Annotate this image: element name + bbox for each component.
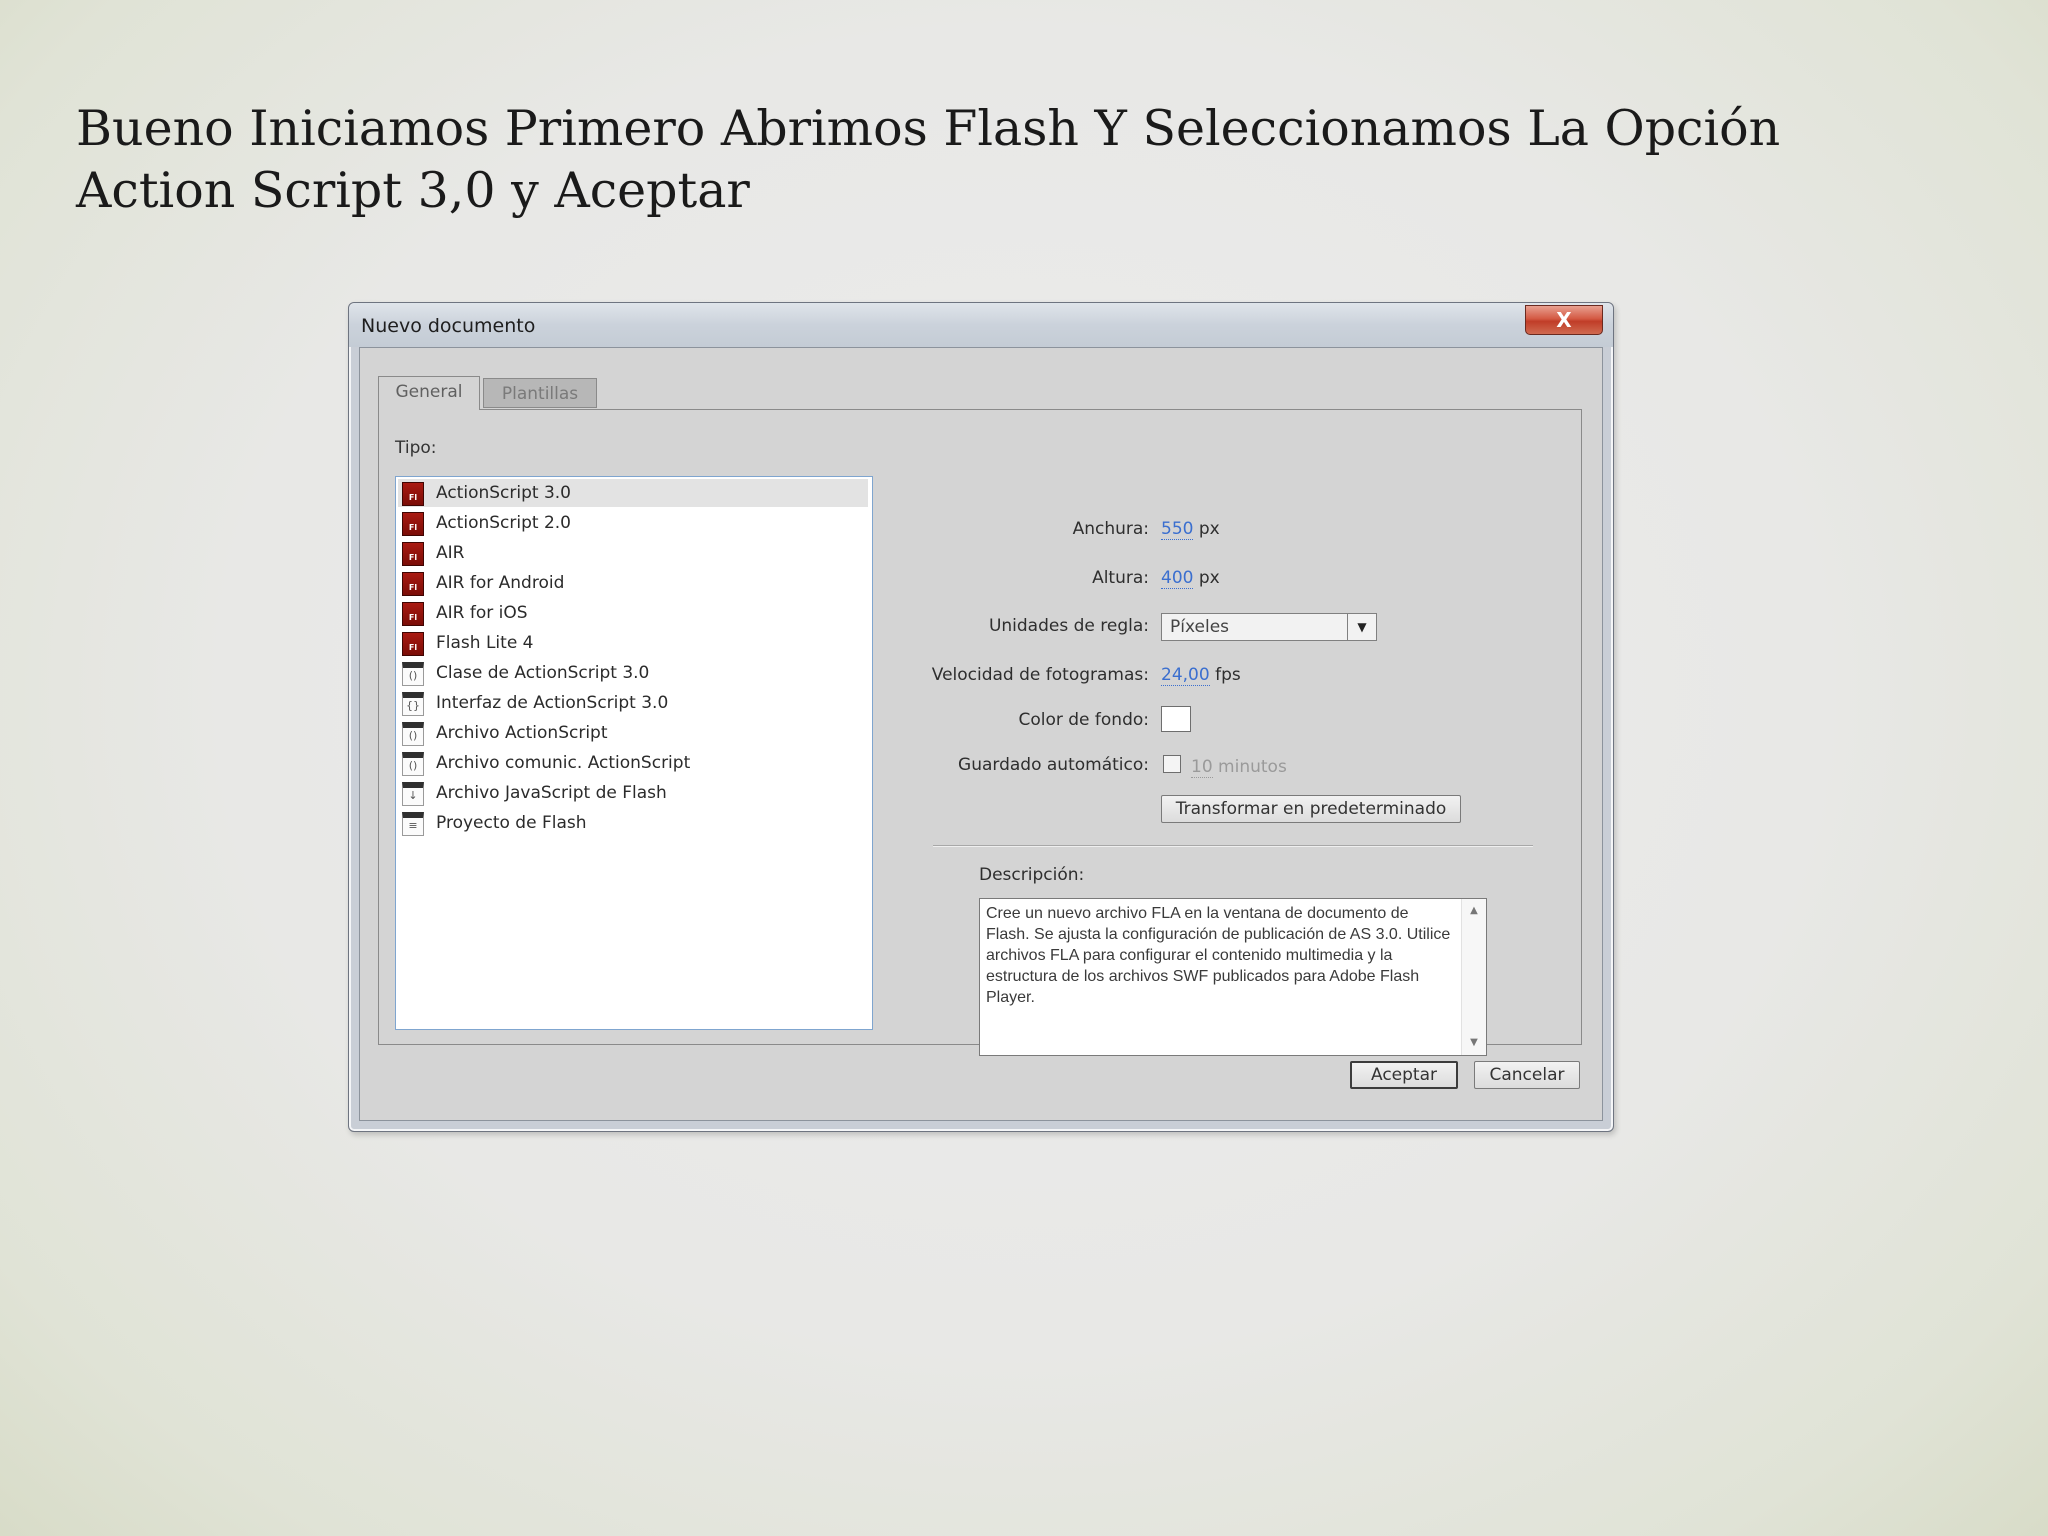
- dialog-title: Nuevo documento: [361, 315, 536, 337]
- type-item-label: Archivo comunic. ActionScript: [436, 753, 691, 773]
- type-item-label: AIR: [436, 543, 465, 563]
- fps-unit: fps: [1215, 665, 1241, 685]
- dialog-titlebar[interactable]: Nuevo documento X: [349, 303, 1613, 347]
- type-item-label: ActionScript 3.0: [436, 483, 571, 503]
- flash-fla-icon: Fl: [402, 572, 424, 596]
- dialog-client-area: General Plantillas Tipo: Fl ActionScript…: [359, 347, 1603, 1121]
- height-field[interactable]: 400 px: [1161, 568, 1220, 589]
- close-icon: X: [1556, 308, 1572, 332]
- general-panel: Tipo: Fl ActionScript 3.0 Fl ActionScrip…: [378, 409, 1582, 1056]
- new-document-dialog: Nuevo documento X General Plantillas Tip…: [348, 302, 1614, 1132]
- flash-fla-icon: Fl: [402, 632, 424, 656]
- divider: [933, 845, 1533, 847]
- autosave-label: Guardado automático:: [958, 755, 1149, 775]
- fps-label: Velocidad de fotogramas:: [931, 665, 1149, 685]
- make-default-button[interactable]: Transformar en predeterminado: [1161, 795, 1461, 823]
- autosave-interval: 10 minutos: [1191, 757, 1287, 778]
- scroll-up-icon[interactable]: ▲: [1462, 901, 1486, 921]
- scroll-down-icon[interactable]: ▼: [1462, 1033, 1486, 1053]
- width-value[interactable]: 550: [1161, 519, 1194, 540]
- autosave-unit: minutos: [1218, 757, 1287, 777]
- width-label: Anchura:: [1072, 519, 1149, 539]
- type-item-label: Proyecto de Flash: [436, 813, 587, 833]
- width-unit: px: [1198, 519, 1220, 539]
- ruler-units-label-text: Unidades de regla:: [988, 616, 1149, 636]
- description-label: Descripción:: [979, 865, 1085, 885]
- description-box: Cree un nuevo archivo FLA en la ventana …: [979, 898, 1487, 1056]
- description-text: Cree un nuevo archivo FLA en la ventana …: [986, 905, 1451, 1006]
- cancel-button[interactable]: Cancelar: [1474, 1061, 1580, 1089]
- autosave-value: 10: [1191, 757, 1213, 778]
- jsfl-file-icon: ↓: [402, 782, 424, 806]
- type-item-label: Flash Lite 4: [436, 633, 534, 653]
- flash-fla-icon: Fl: [402, 542, 424, 566]
- flash-fla-icon: Fl: [402, 512, 424, 536]
- slide-title: Bueno Iniciamos Primero Abrimos Flash Y …: [76, 100, 1781, 219]
- fps-value[interactable]: 24,00: [1161, 665, 1210, 686]
- type-item-label: Archivo JavaScript de Flash: [436, 783, 667, 803]
- bg-color-swatch[interactable]: [1161, 706, 1191, 732]
- type-item-label: AIR for iOS: [436, 603, 528, 623]
- type-item-label: ActionScript 2.0: [436, 513, 571, 533]
- description-scrollbar[interactable]: ▲ ▼: [1461, 899, 1486, 1055]
- fps-field[interactable]: 24,00 fps: [1161, 665, 1241, 686]
- type-list: Fl ActionScript 3.0 Fl ActionScript 2.0 …: [395, 476, 873, 1030]
- type-label: Tipo:: [395, 438, 437, 458]
- autosave-checkbox[interactable]: [1163, 755, 1181, 773]
- type-item-label: Archivo ActionScript: [436, 723, 608, 743]
- flash-fla-icon: Fl: [402, 482, 424, 506]
- as-comm-file-icon: (): [402, 752, 424, 776]
- type-item-label: AIR for Android: [436, 573, 565, 593]
- as-file-icon: (): [402, 722, 424, 746]
- bg-color-label: Color de fondo:: [1018, 710, 1149, 730]
- type-item-label: Clase de ActionScript 3.0: [436, 663, 650, 683]
- type-item-flash-project[interactable]: ≡ Proyecto de Flash: [398, 809, 868, 837]
- type-item-actionscript-3[interactable]: Fl ActionScript 3.0: [398, 479, 868, 507]
- height-value[interactable]: 400: [1161, 568, 1194, 589]
- tab-general[interactable]: General: [378, 376, 480, 410]
- tab-plantillas[interactable]: Plantillas: [483, 378, 597, 408]
- ok-button[interactable]: Aceptar: [1350, 1061, 1458, 1089]
- type-item-label: Interfaz de ActionScript 3.0: [436, 693, 669, 713]
- ruler-units-select[interactable]: Píxeles ▼: [1161, 613, 1377, 641]
- type-item-jsfl-file[interactable]: ↓ Archivo JavaScript de Flash: [398, 779, 868, 807]
- chevron-down-icon[interactable]: ▼: [1347, 614, 1376, 640]
- height-unit: px: [1198, 568, 1220, 588]
- close-button[interactable]: X: [1525, 305, 1603, 335]
- as-interface-file-icon: {}: [402, 692, 424, 716]
- ruler-units-value: Píxeles: [1170, 617, 1230, 637]
- height-label: Altura:: [1092, 568, 1149, 588]
- slide-background: Bueno Iniciamos Primero Abrimos Flash Y …: [0, 0, 2048, 1536]
- flash-project-icon: ≡: [402, 812, 424, 836]
- width-field[interactable]: 550 px: [1161, 519, 1220, 540]
- type-item-air[interactable]: Fl AIR: [398, 539, 868, 567]
- as-class-file-icon: (): [402, 662, 424, 686]
- flash-fla-icon: Fl: [402, 602, 424, 626]
